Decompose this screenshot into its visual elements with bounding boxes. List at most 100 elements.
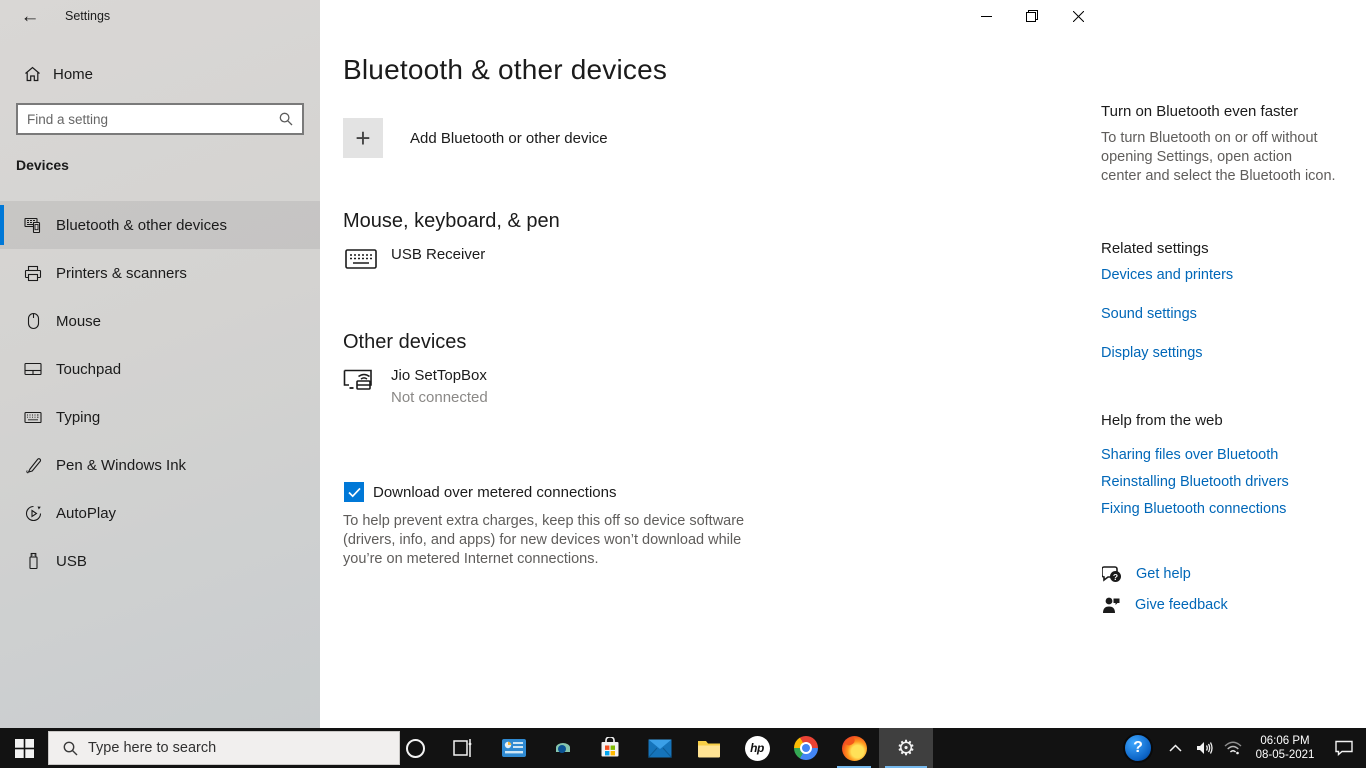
tip-title: Turn on Bluetooth even faster [1101, 103, 1299, 120]
metered-connections-checkbox-row[interactable]: Download over metered connections [344, 482, 616, 502]
taskbar-search-icon [63, 741, 78, 756]
sidebar-item-label: Printers & scanners [56, 264, 187, 282]
search-icon[interactable] [279, 112, 293, 126]
metered-connections-description: To help prevent extra charges, keep this… [343, 513, 745, 567]
task-view-icon[interactable] [440, 728, 486, 768]
main-content: Bluetooth & other devices + Add Bluetoot… [320, 0, 1101, 728]
sidebar-item-label: Pen & Windows Ink [56, 456, 187, 474]
minimize-button[interactable] [963, 0, 1009, 32]
tip-body: To turn Bluetooth on or off without open… [1101, 130, 1336, 184]
bluetooth-devices-icon [24, 217, 42, 234]
autoplay-icon [24, 505, 42, 522]
get-help-link[interactable]: ? Get help [1102, 565, 1191, 583]
back-arrow-icon: ← [20, 6, 40, 27]
related-settings-heading: Related settings [1101, 240, 1209, 257]
action-center-icon[interactable] [1322, 728, 1366, 768]
give-feedback-link[interactable]: Give feedback [1102, 596, 1228, 614]
system-tray: ? 06:06 PM 08-05-2021 [1116, 728, 1366, 768]
wifi-icon[interactable] [1218, 728, 1248, 768]
taskbar-clock[interactable]: 06:06 PM 08-05-2021 [1248, 734, 1322, 762]
sidebar-item-typing[interactable]: Typing [0, 393, 320, 441]
file-explorer-icon[interactable] [686, 728, 732, 768]
metered-connections-label: Download over metered connections [373, 483, 617, 501]
usb-icon [24, 552, 42, 570]
sidebar-item-label: Typing [56, 408, 101, 426]
link-sound-settings[interactable]: Sound settings [1101, 306, 1197, 322]
clock-time: 06:06 PM [1260, 735, 1310, 747]
sidebar: ← Settings Home Devices [0, 0, 320, 728]
sidebar-item-mouse[interactable]: Mouse [0, 297, 320, 345]
add-device-label: Add Bluetooth or other device [410, 129, 608, 147]
section-heading-other-devices: Other devices [343, 331, 467, 353]
device-row-jio-settopbox[interactable]: Jio SetTopBox Not connected [343, 367, 488, 406]
svg-text:?: ? [1113, 572, 1118, 582]
link-fixing-bluetooth-connections[interactable]: Fixing Bluetooth connections [1101, 501, 1286, 517]
sidebar-item-autoplay[interactable]: AutoPlay [0, 489, 320, 537]
checkbox-checked-icon[interactable] [344, 482, 364, 502]
sidebar-home-label: Home [53, 65, 94, 83]
link-display-settings[interactable]: Display settings [1101, 345, 1203, 361]
volume-icon[interactable] [1190, 728, 1218, 768]
link-devices-and-printers[interactable]: Devices and printers [1101, 267, 1233, 283]
cortana-icon[interactable] [392, 728, 438, 768]
sidebar-item-usb[interactable]: USB [0, 537, 320, 585]
plus-icon: + [343, 118, 383, 158]
start-button[interactable] [0, 728, 48, 768]
sidebar-item-label: Mouse [56, 312, 102, 330]
device-name: USB Receiver [391, 246, 486, 263]
sidebar-item-label: USB [56, 552, 87, 570]
give-feedback-icon [1102, 596, 1121, 614]
taskbar-search-box[interactable] [48, 731, 400, 765]
sidebar-item-label: AutoPlay [56, 504, 117, 522]
microsoft-store-icon[interactable] [587, 728, 633, 768]
edge-icon[interactable] [539, 728, 585, 768]
mail-icon[interactable] [637, 728, 683, 768]
home-icon [24, 66, 41, 82]
sidebar-item-home[interactable]: Home [0, 56, 320, 92]
close-button[interactable] [1055, 0, 1101, 32]
give-feedback-label: Give feedback [1135, 597, 1228, 613]
chrome-icon[interactable] [783, 728, 829, 768]
taskbar-search-input[interactable] [78, 740, 399, 756]
section-heading-mouse-keyboard-pen: Mouse, keyboard, & pen [343, 210, 560, 232]
firefox-icon[interactable] [831, 728, 877, 768]
help-from-web-heading: Help from the web [1101, 412, 1223, 429]
sidebar-item-printers[interactable]: Printers & scanners [0, 249, 320, 297]
link-sharing-files-bluetooth[interactable]: Sharing files over Bluetooth [1101, 447, 1278, 463]
clock-date: 08-05-2021 [1255, 749, 1315, 761]
settopbox-icon [343, 367, 379, 406]
window-controls [963, 0, 1101, 32]
right-panel: Turn on Bluetooth even faster To turn Bl… [1101, 0, 1346, 728]
find-setting-searchbox[interactable] [16, 103, 304, 135]
touchpad-icon [24, 362, 42, 376]
device-row-usb-receiver[interactable]: USB Receiver [343, 246, 485, 270]
page-title: Bluetooth & other devices [343, 54, 668, 85]
restore-button[interactable] [1009, 0, 1055, 32]
back-button[interactable]: ← [10, 2, 50, 32]
sidebar-item-label: Bluetooth & other devices [56, 216, 227, 234]
link-reinstalling-bluetooth-drivers[interactable]: Reinstalling Bluetooth drivers [1101, 474, 1289, 490]
sidebar-nav: Bluetooth & other devices Printers & sca… [0, 201, 320, 585]
system-app-icon[interactable] [491, 728, 537, 768]
typing-keyboard-icon [24, 411, 42, 424]
get-help-icon: ? [1102, 565, 1122, 583]
sidebar-item-pen[interactable]: Pen & Windows Ink [0, 441, 320, 489]
find-setting-input[interactable] [18, 111, 279, 127]
get-help-app-icon[interactable]: ? [1116, 728, 1160, 768]
window-title: Settings [65, 9, 111, 23]
printer-icon [24, 265, 42, 282]
hidden-icons-chevron[interactable] [1160, 728, 1190, 768]
settings-gear-icon[interactable]: ⚙ [879, 728, 933, 768]
sidebar-item-bluetooth[interactable]: Bluetooth & other devices [0, 201, 320, 249]
add-bluetooth-device-button[interactable]: + Add Bluetooth or other device [343, 118, 608, 158]
sidebar-section-heading: Devices [16, 157, 69, 173]
taskbar: hp ⚙ ? [0, 728, 1366, 768]
hp-icon[interactable]: hp [734, 728, 780, 768]
device-name: Jio SetTopBox [391, 367, 487, 384]
keyboard-device-icon [343, 246, 379, 270]
settings-window: ← Settings Home Devices [0, 0, 1366, 728]
mouse-icon [24, 312, 42, 330]
device-status: Not connected [391, 389, 488, 406]
pen-icon [24, 457, 42, 474]
sidebar-item-touchpad[interactable]: Touchpad [0, 345, 320, 393]
